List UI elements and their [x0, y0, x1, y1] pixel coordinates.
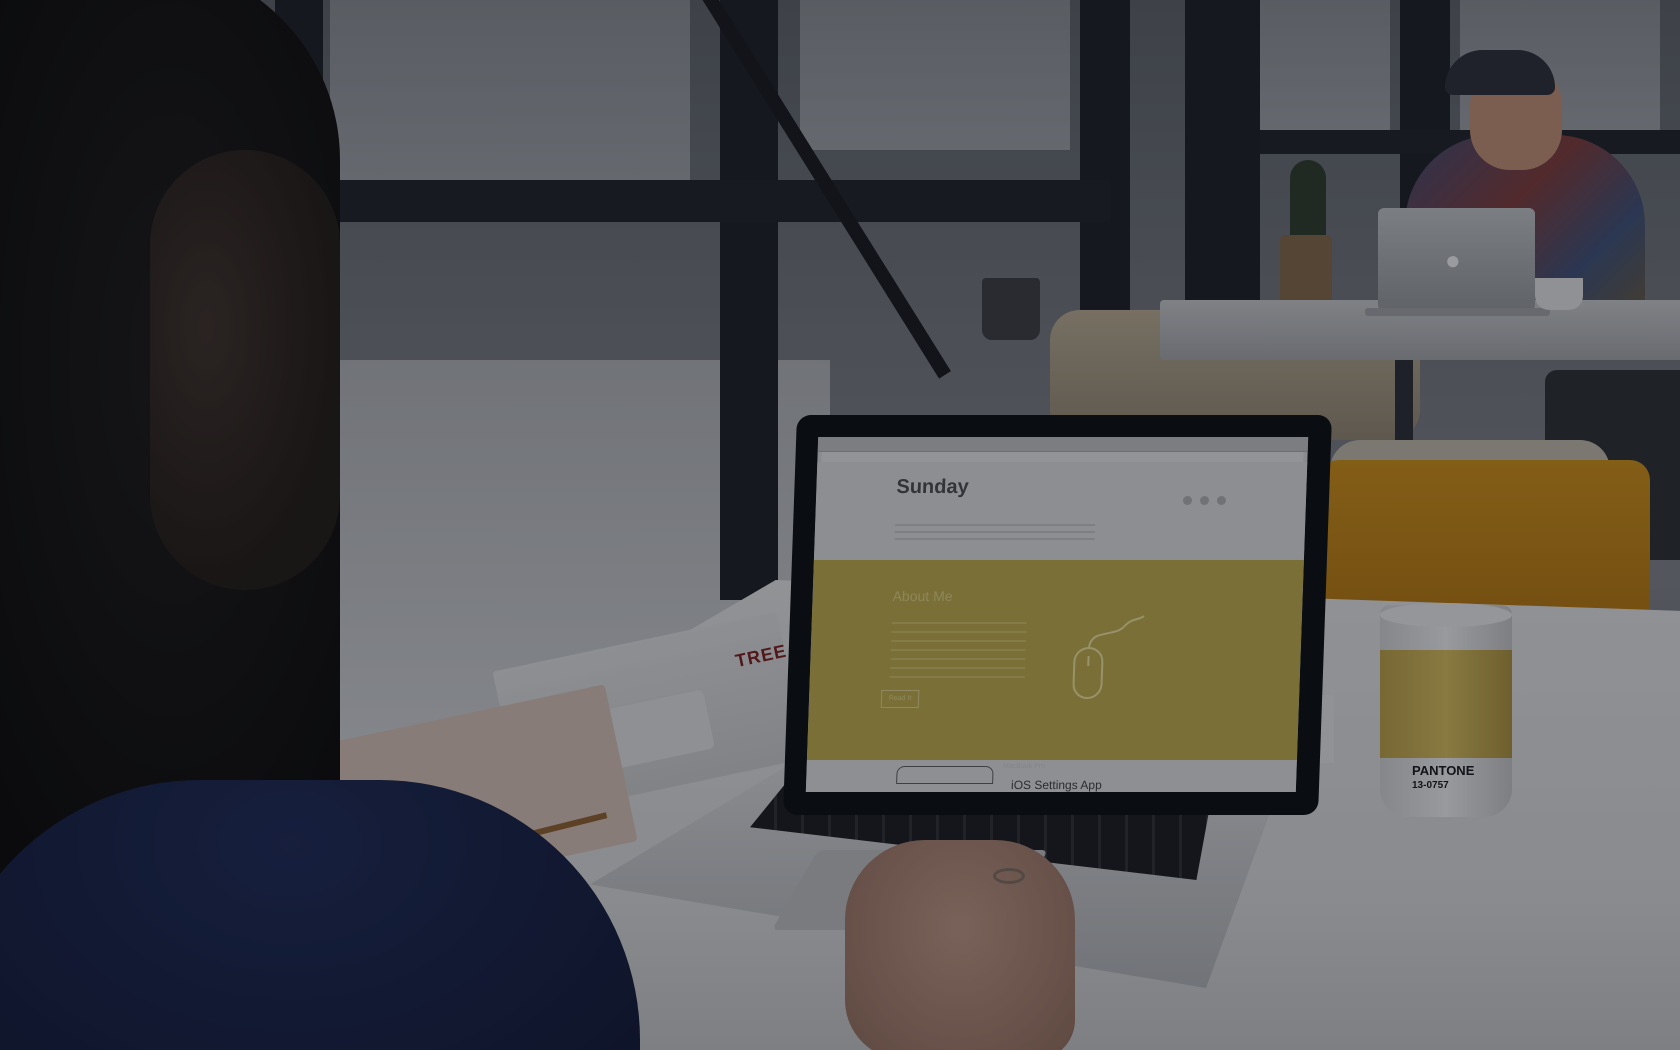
dribbble-icon: [1199, 496, 1210, 505]
man-cap: [1445, 50, 1555, 95]
plant: [1290, 160, 1326, 240]
window-frame: [330, 180, 1110, 222]
site-intro-text: [894, 524, 1096, 544]
twitter-icon: [1182, 496, 1193, 505]
window-pane: [330, 0, 690, 180]
browser-tab-bar: [817, 437, 1309, 452]
app-title: iOS Settings App: [1010, 778, 1103, 792]
next-section: iOS Settings App: [805, 760, 1297, 792]
cup-rim: [1380, 603, 1512, 627]
device-outline: [896, 766, 994, 784]
cup-brand: PANTONE: [1412, 763, 1475, 778]
cup-band: [1380, 650, 1512, 758]
laptop-screen: Sunday About Me Read It iOS Settings App: [805, 437, 1309, 792]
section-heading: About Me: [892, 588, 953, 604]
website-header: Sunday: [813, 462, 1308, 560]
browser-url-bar: [821, 452, 1304, 462]
read-more-button: Read It: [880, 690, 920, 708]
section-body-text: [889, 622, 1027, 682]
site-title: Sunday: [896, 476, 970, 498]
coffee-cup: [1535, 278, 1583, 310]
mouse-icon: [1072, 615, 1145, 699]
ring: [993, 868, 1025, 884]
github-icon: [1216, 496, 1227, 505]
cup-label: PANTONE 13-0757: [1412, 763, 1474, 791]
cup-color-code: 13-0757: [1412, 780, 1449, 791]
far-laptop-base: [1365, 308, 1550, 316]
person-face: [150, 150, 340, 590]
laptop-brand-label: MacBook Pro: [1003, 763, 1046, 770]
plant-pot: [1280, 235, 1332, 305]
hand: [845, 840, 1075, 1050]
window-frame: [1080, 0, 1130, 310]
social-links: [1182, 496, 1227, 505]
about-section: About Me Read It: [806, 560, 1304, 760]
photo-scene: ● TREE PANTONE 13-0757 Sunday About Me R…: [0, 0, 1680, 1050]
window-pane: [800, 0, 1070, 150]
window-frame: [1185, 0, 1260, 310]
window-pane: [1260, 0, 1390, 130]
plant-pot: [982, 278, 1040, 340]
apple-logo-icon: ●: [1445, 245, 1461, 275]
